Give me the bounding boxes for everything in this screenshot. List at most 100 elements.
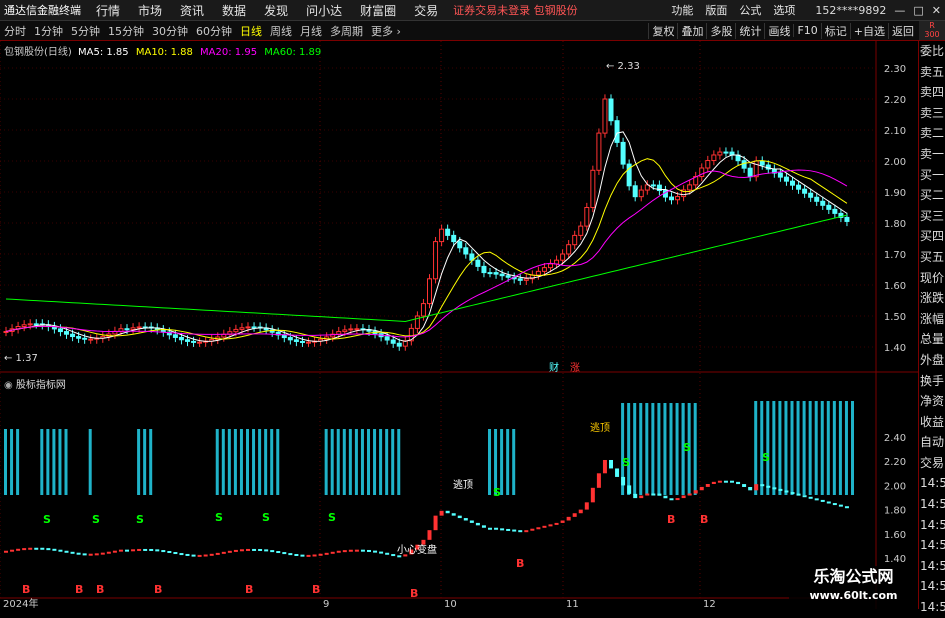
tool-draw[interactable]: 画线 — [764, 22, 793, 39]
period-tab-daily[interactable]: 日线 — [236, 23, 266, 39]
period-tab[interactable]: 月线 — [296, 23, 326, 39]
tool-overlay[interactable]: 叠加 — [677, 22, 706, 39]
indicator-bar — [778, 401, 782, 495]
indicator-candle — [306, 554, 311, 557]
candle-body — [172, 334, 178, 338]
sidebar-item[interactable]: 14:56 — [919, 494, 945, 515]
sidebar-item[interactable]: 换手 — [919, 371, 945, 392]
price-tick: 1.40 — [884, 343, 906, 354]
indicator-bar — [88, 429, 92, 495]
account-label[interactable]: 152****9892 — [801, 4, 890, 17]
sidebar-item[interactable]: 14:56 — [919, 597, 945, 618]
indicator-bar — [58, 429, 62, 495]
menu-discover[interactable]: 发现 — [255, 2, 297, 19]
menu-trade[interactable]: 交易 — [405, 2, 447, 19]
indicator-candle — [34, 547, 39, 550]
app-title: 通达信金融终端 — [4, 4, 81, 17]
tool-stats[interactable]: 统计 — [735, 22, 764, 39]
sidebar-item[interactable]: 14:56 — [919, 473, 945, 494]
r-badge[interactable]: R 300 — [919, 21, 945, 40]
sidebar-item[interactable]: 净资 — [919, 391, 945, 412]
sidebar-item[interactable]: 涨幅 — [919, 309, 945, 330]
minimize-icon[interactable]: — — [890, 4, 909, 17]
login-notice[interactable]: 证券交易未登录 包钢股份 — [447, 2, 584, 18]
candle-body — [445, 228, 451, 236]
indicator-candle — [58, 549, 63, 552]
tool-f10[interactable]: F10 — [793, 24, 820, 37]
sidebar-item[interactable]: 14:56 — [919, 556, 945, 577]
sidebar-item[interactable]: 收益 — [919, 412, 945, 433]
sidebar-item[interactable]: 买二 — [919, 185, 945, 206]
period-tab[interactable]: 多周期 — [326, 23, 367, 39]
tool-back[interactable]: 返回 — [888, 22, 917, 39]
maximize-icon[interactable]: □ — [909, 4, 927, 17]
indicator-candle — [578, 509, 583, 514]
indicator-bar — [391, 429, 395, 495]
indicator-candle — [699, 486, 704, 491]
indicator-candle — [173, 552, 178, 555]
period-tab[interactable]: 5分钟 — [67, 23, 104, 39]
sidebar-item[interactable]: 卖二 — [919, 123, 945, 144]
candle-body — [541, 267, 547, 272]
period-tab-more[interactable]: 更多 › — [367, 23, 405, 39]
candle-body — [499, 273, 505, 277]
indicator-candle — [324, 552, 329, 555]
indicator-candle — [46, 548, 51, 551]
sidebar-item[interactable]: 卖五 — [919, 62, 945, 83]
indicator-candle — [572, 513, 577, 517]
sidebar-item[interactable]: 交易 — [919, 453, 945, 474]
menu-ask[interactable]: 问小达 — [297, 2, 351, 19]
sidebar-item[interactable]: 外盘 — [919, 350, 945, 371]
chart-area[interactable]: 2.30 2.20 2.10 2.00 1.90 1.80 1.70 1.60 1.50 1.40… — [0, 41, 918, 609]
price-tick: 2.00 — [884, 157, 906, 168]
sidebar-item[interactable]: 涨跌 — [919, 288, 945, 309]
menu-wealth[interactable]: 财富圈 — [351, 2, 405, 19]
candle-body — [191, 340, 197, 343]
tool-mark[interactable]: 标记 — [820, 22, 850, 39]
sidebar-item[interactable]: 买一 — [919, 165, 945, 186]
candle-body — [608, 98, 614, 122]
sidebar-item[interactable]: 委比 — [919, 41, 945, 62]
sidebar-item[interactable]: 卖三 — [919, 103, 945, 124]
menu-data[interactable]: 数据 — [213, 2, 255, 19]
menu-layout[interactable]: 版面 — [699, 2, 733, 18]
menu-formula[interactable]: 公式 — [733, 2, 767, 18]
indicator-candle — [705, 484, 710, 487]
period-tab[interactable]: 1分钟 — [30, 23, 67, 39]
stock-name: 包钢股份(日线) — [4, 47, 72, 58]
menu-market[interactable]: 市场 — [129, 2, 171, 19]
indicator-candle — [118, 549, 123, 552]
tool-add-watch[interactable]: +自选 — [849, 22, 888, 39]
sidebar-item[interactable]: 现价 — [919, 268, 945, 289]
indicator-candle — [796, 493, 801, 496]
period-tab[interactable]: 15分钟 — [104, 23, 148, 39]
menu-market-quote[interactable]: 行情 — [87, 2, 129, 19]
indicator-candle — [312, 554, 317, 557]
sidebar-item[interactable]: 自动 — [919, 432, 945, 453]
period-tab[interactable]: 60分钟 — [192, 23, 236, 39]
candle-body — [299, 340, 305, 343]
indicator-candle — [252, 548, 257, 551]
sub-tick: 1.80 — [884, 506, 906, 517]
candle-body — [88, 338, 94, 341]
indicator-candle — [288, 553, 293, 556]
menu-options[interactable]: 选项 — [767, 2, 801, 18]
tool-adjust[interactable]: 复权 — [648, 22, 677, 39]
sidebar-item[interactable]: 买四 — [919, 226, 945, 247]
sidebar-item[interactable]: 14:56 — [919, 576, 945, 597]
menu-news[interactable]: 资讯 — [171, 2, 213, 19]
sidebar-item[interactable]: 买五 — [919, 247, 945, 268]
sidebar-item[interactable]: 14:56 — [919, 515, 945, 536]
tool-multi[interactable]: 多股 — [706, 22, 735, 39]
period-tab[interactable]: 30分钟 — [148, 23, 192, 39]
period-tab[interactable]: 分时 — [0, 23, 30, 39]
sidebar-item[interactable]: 14:56 — [919, 535, 945, 556]
sidebar-item[interactable]: 卖一 — [919, 144, 945, 165]
close-icon[interactable]: ✕ — [928, 4, 945, 17]
cai-label: 财 — [549, 361, 559, 374]
sidebar-item[interactable]: 总量 — [919, 329, 945, 350]
sidebar-item[interactable]: 买三 — [919, 206, 945, 227]
period-tab[interactable]: 周线 — [266, 23, 296, 39]
menu-function[interactable]: 功能 — [665, 2, 699, 18]
sidebar-item[interactable]: 卖四 — [919, 82, 945, 103]
